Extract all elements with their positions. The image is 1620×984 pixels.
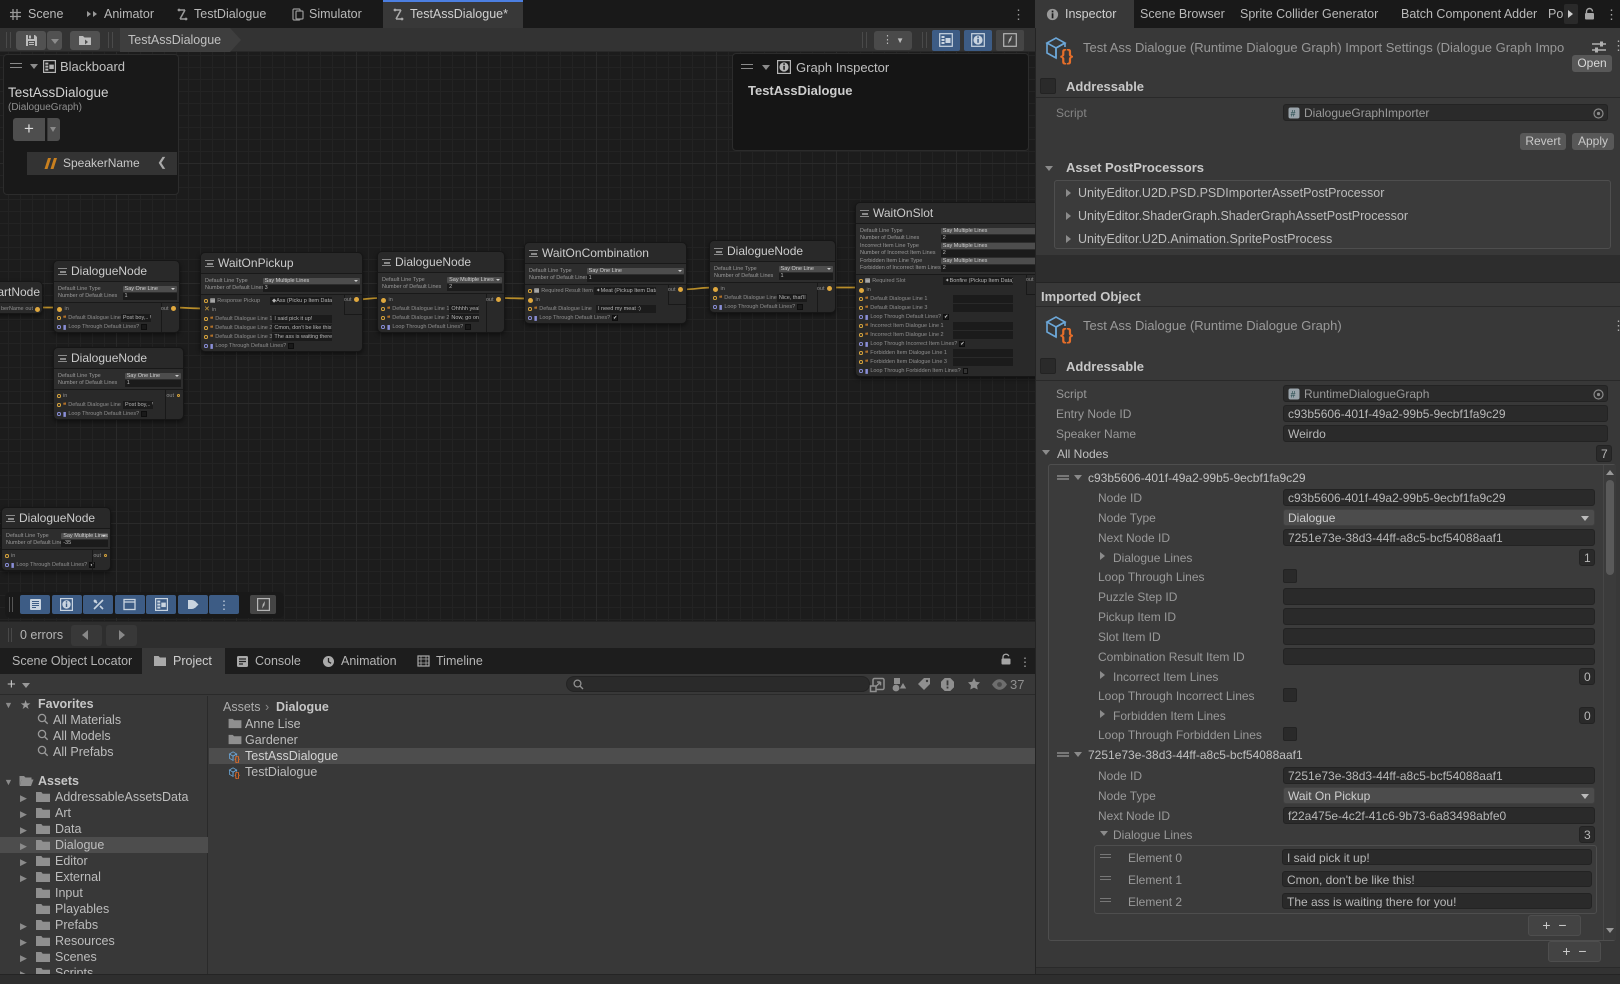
svg-text:{}: {} <box>235 773 241 779</box>
svg-text:{}: {} <box>1060 325 1074 344</box>
svg-text:{}: {} <box>235 757 241 763</box>
svg-text:#: # <box>1291 109 1296 119</box>
svg-text:#: # <box>1291 390 1296 400</box>
svg-text:{}: {} <box>1060 46 1074 65</box>
